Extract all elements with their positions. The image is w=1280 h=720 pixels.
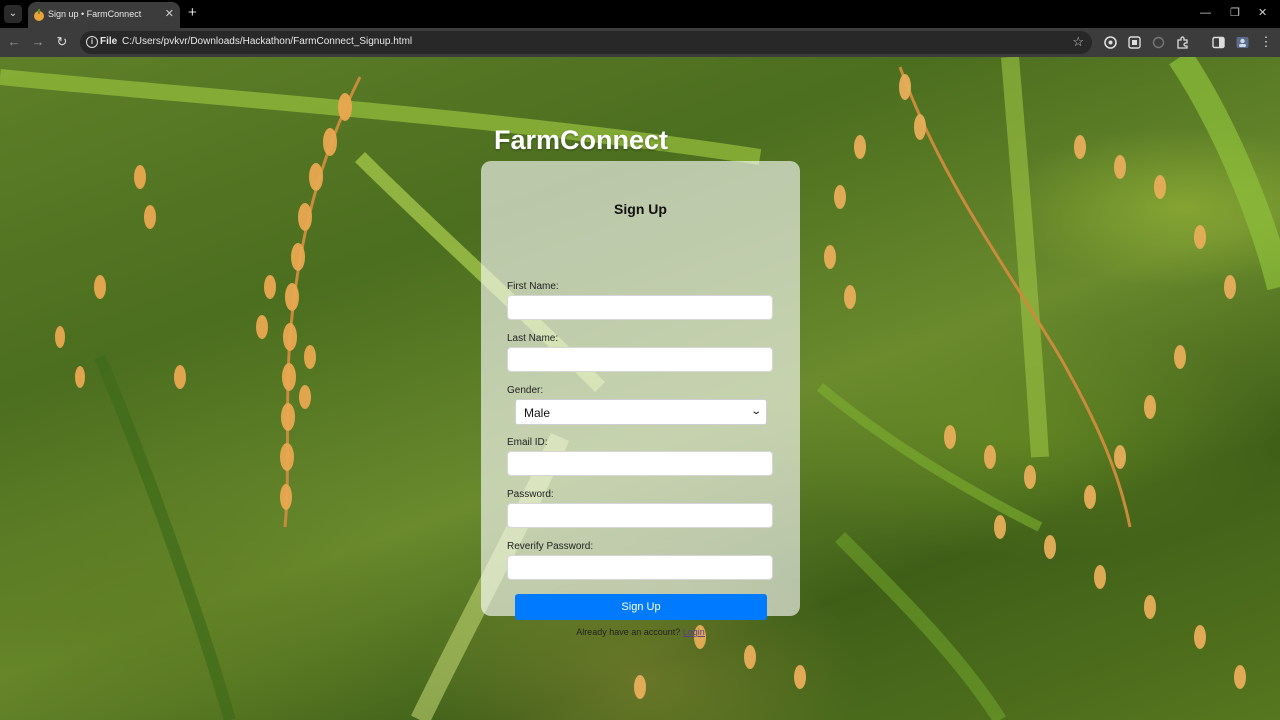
extensions-puzzle-icon[interactable] xyxy=(1176,36,1189,49)
password-input[interactable] xyxy=(507,503,773,528)
profile-avatar-icon[interactable] xyxy=(1236,36,1249,49)
back-icon[interactable]: ← xyxy=(6,34,22,50)
page-background: FarmConnect Sign Up First Name: Last Nam… xyxy=(0,57,1280,720)
reload-icon[interactable]: ↻ xyxy=(54,34,70,50)
first-name-input[interactable] xyxy=(507,295,773,320)
side-panel-icon[interactable] xyxy=(1212,36,1225,49)
forward-icon[interactable]: → xyxy=(30,34,46,50)
bookmark-star-icon[interactable]: ☆ xyxy=(1072,34,1084,50)
email-label: Email ID: xyxy=(507,437,548,448)
sign-up-button[interactable]: Sign Up xyxy=(515,594,767,620)
form-title: Sign Up xyxy=(614,201,667,217)
gender-selected-value: Male xyxy=(524,406,551,420)
last-name-label: Last Name: xyxy=(507,333,559,344)
email-input[interactable] xyxy=(507,451,773,476)
tab-title: Sign up • FarmConnect xyxy=(48,9,142,19)
address-bar[interactable]: i File C:/Users/pvkvr/Downloads/Hackatho… xyxy=(80,31,1092,54)
tab-strip: ⌄ Sign up • FarmConnect ✕ + — ❐ ✕ xyxy=(0,0,1280,28)
window-close-icon[interactable]: ✕ xyxy=(1258,6,1267,20)
site-info-icon[interactable]: i xyxy=(86,36,98,48)
file-chip: File xyxy=(100,36,118,47)
tab-search-icon[interactable]: ⌄ xyxy=(4,5,22,23)
url-text[interactable]: C:/Users/pvkvr/Downloads/Hackathon/FarmC… xyxy=(122,36,412,47)
brand-title: FarmConnect xyxy=(494,125,669,155)
password-label: Password: xyxy=(507,489,554,500)
gender-select[interactable]: Male ⌄ xyxy=(515,399,767,425)
first-name-label: First Name: xyxy=(507,281,559,292)
farm-favicon-icon xyxy=(34,9,44,21)
extension-circle-icon[interactable] xyxy=(1104,36,1117,49)
reverify-password-input[interactable] xyxy=(507,555,773,580)
login-link[interactable]: Login xyxy=(683,627,705,637)
login-prompt: Already have an account? Login xyxy=(481,627,800,637)
restore-icon[interactable]: ❐ xyxy=(1230,6,1240,20)
new-tab-icon[interactable]: + xyxy=(188,5,197,21)
last-name-input[interactable] xyxy=(507,347,773,372)
gender-label: Gender: xyxy=(507,385,544,396)
tab-close-icon[interactable]: ✕ xyxy=(165,7,174,21)
signup-card: Sign Up First Name: Last Name: Gender: M… xyxy=(481,161,800,637)
minimize-icon[interactable]: — xyxy=(1200,6,1211,20)
login-prompt-text: Already have an account? xyxy=(576,627,681,637)
chevron-down-icon: ⌄ xyxy=(749,406,762,417)
active-tab[interactable]: Sign up • FarmConnect ✕ xyxy=(28,2,180,28)
browser-menu-icon[interactable]: ⋮ xyxy=(1258,34,1274,50)
browser-toolbar: ← → ↻ i File C:/Users/pvkvr/Downloads/Ha… xyxy=(0,28,1280,57)
extension-disabled-icon[interactable] xyxy=(1152,36,1165,49)
reverify-password-label: Reverify Password: xyxy=(507,541,594,552)
extension-grid-icon[interactable] xyxy=(1128,36,1141,49)
